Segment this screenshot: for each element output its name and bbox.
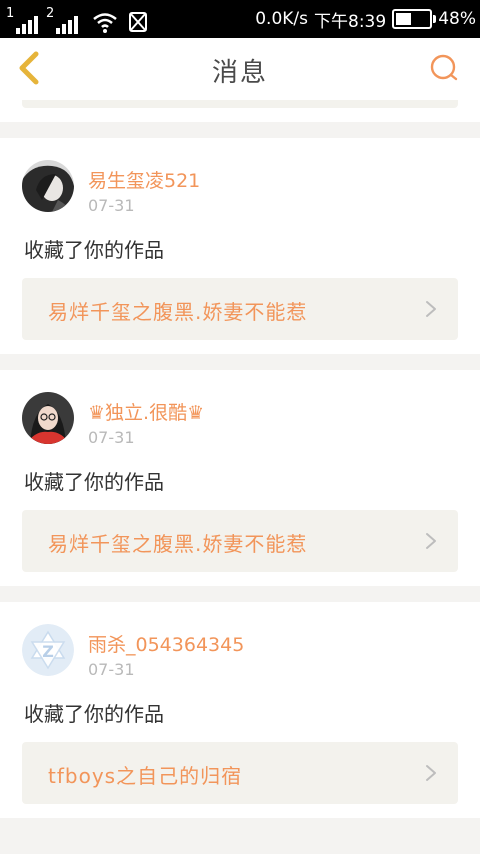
previous-card-fragment	[0, 100, 480, 122]
net-speed: 0.0K/s	[255, 9, 309, 29]
message-date: 07-31	[88, 660, 135, 679]
status-right: 0.0K/s 下午8:39 48%	[255, 6, 476, 32]
battery-percent: 48%	[438, 9, 476, 29]
signal-sim2-icon: 2	[46, 6, 82, 34]
message-card[interactable]: 易生玺凌521 07-31 收藏了你的作品 易烊千玺之腹黑.娇妻不能惹	[0, 138, 480, 354]
action-text: 收藏了你的作品	[24, 470, 164, 494]
username[interactable]: 雨杀_054364345	[88, 630, 244, 657]
username[interactable]: ♛独立.很酷♛	[88, 398, 204, 425]
chevron-right-icon	[426, 533, 436, 549]
message-card[interactable]: Z 雨杀_054364345 07-31 收藏了你的作品 tfboys之自己的归…	[0, 602, 480, 818]
message-date: 07-31	[88, 428, 135, 447]
chevron-right-icon	[426, 301, 436, 317]
sim2-label: 2	[46, 6, 55, 21]
previous-work-box-fragment	[22, 100, 458, 108]
work-link[interactable]: 易烊千玺之腹黑.娇妻不能惹	[22, 510, 458, 572]
no-sim-icon	[129, 12, 147, 32]
work-link[interactable]: 易烊千玺之腹黑.娇妻不能惹	[22, 278, 458, 340]
avatar[interactable]	[22, 160, 74, 212]
wifi-icon	[93, 13, 117, 33]
message-card[interactable]: ♛独立.很酷♛ 07-31 收藏了你的作品 易烊千玺之腹黑.娇妻不能惹	[0, 370, 480, 586]
work-title: tfboys之自己的归宿	[48, 764, 243, 788]
avatar[interactable]: Z	[22, 624, 74, 676]
chevron-right-icon	[426, 765, 436, 781]
message-date: 07-31	[88, 196, 135, 215]
top-bar: 消息	[0, 38, 480, 101]
svg-text:Z: Z	[42, 642, 54, 661]
battery-icon	[392, 9, 437, 29]
work-title: 易烊千玺之腹黑.娇妻不能惹	[48, 532, 308, 556]
avatar[interactable]	[22, 392, 74, 444]
signal-sim1-icon: 1	[6, 6, 42, 34]
action-text: 收藏了你的作品	[24, 702, 164, 726]
status-left: 1 2	[6, 4, 150, 34]
action-text: 收藏了你的作品	[24, 238, 164, 262]
page-title: 消息	[211, 58, 268, 88]
work-title: 易烊千玺之腹黑.娇妻不能惹	[48, 300, 308, 324]
work-link[interactable]: tfboys之自己的归宿	[22, 742, 458, 804]
search-icon[interactable]	[428, 52, 460, 84]
status-bar: 1 2 0.0K/s 下午8:39 48%	[0, 0, 480, 38]
username[interactable]: 易生玺凌521	[88, 166, 200, 193]
clock: 下午8:39	[314, 11, 387, 32]
sim1-label: 1	[6, 6, 15, 21]
battery-level	[396, 13, 412, 25]
